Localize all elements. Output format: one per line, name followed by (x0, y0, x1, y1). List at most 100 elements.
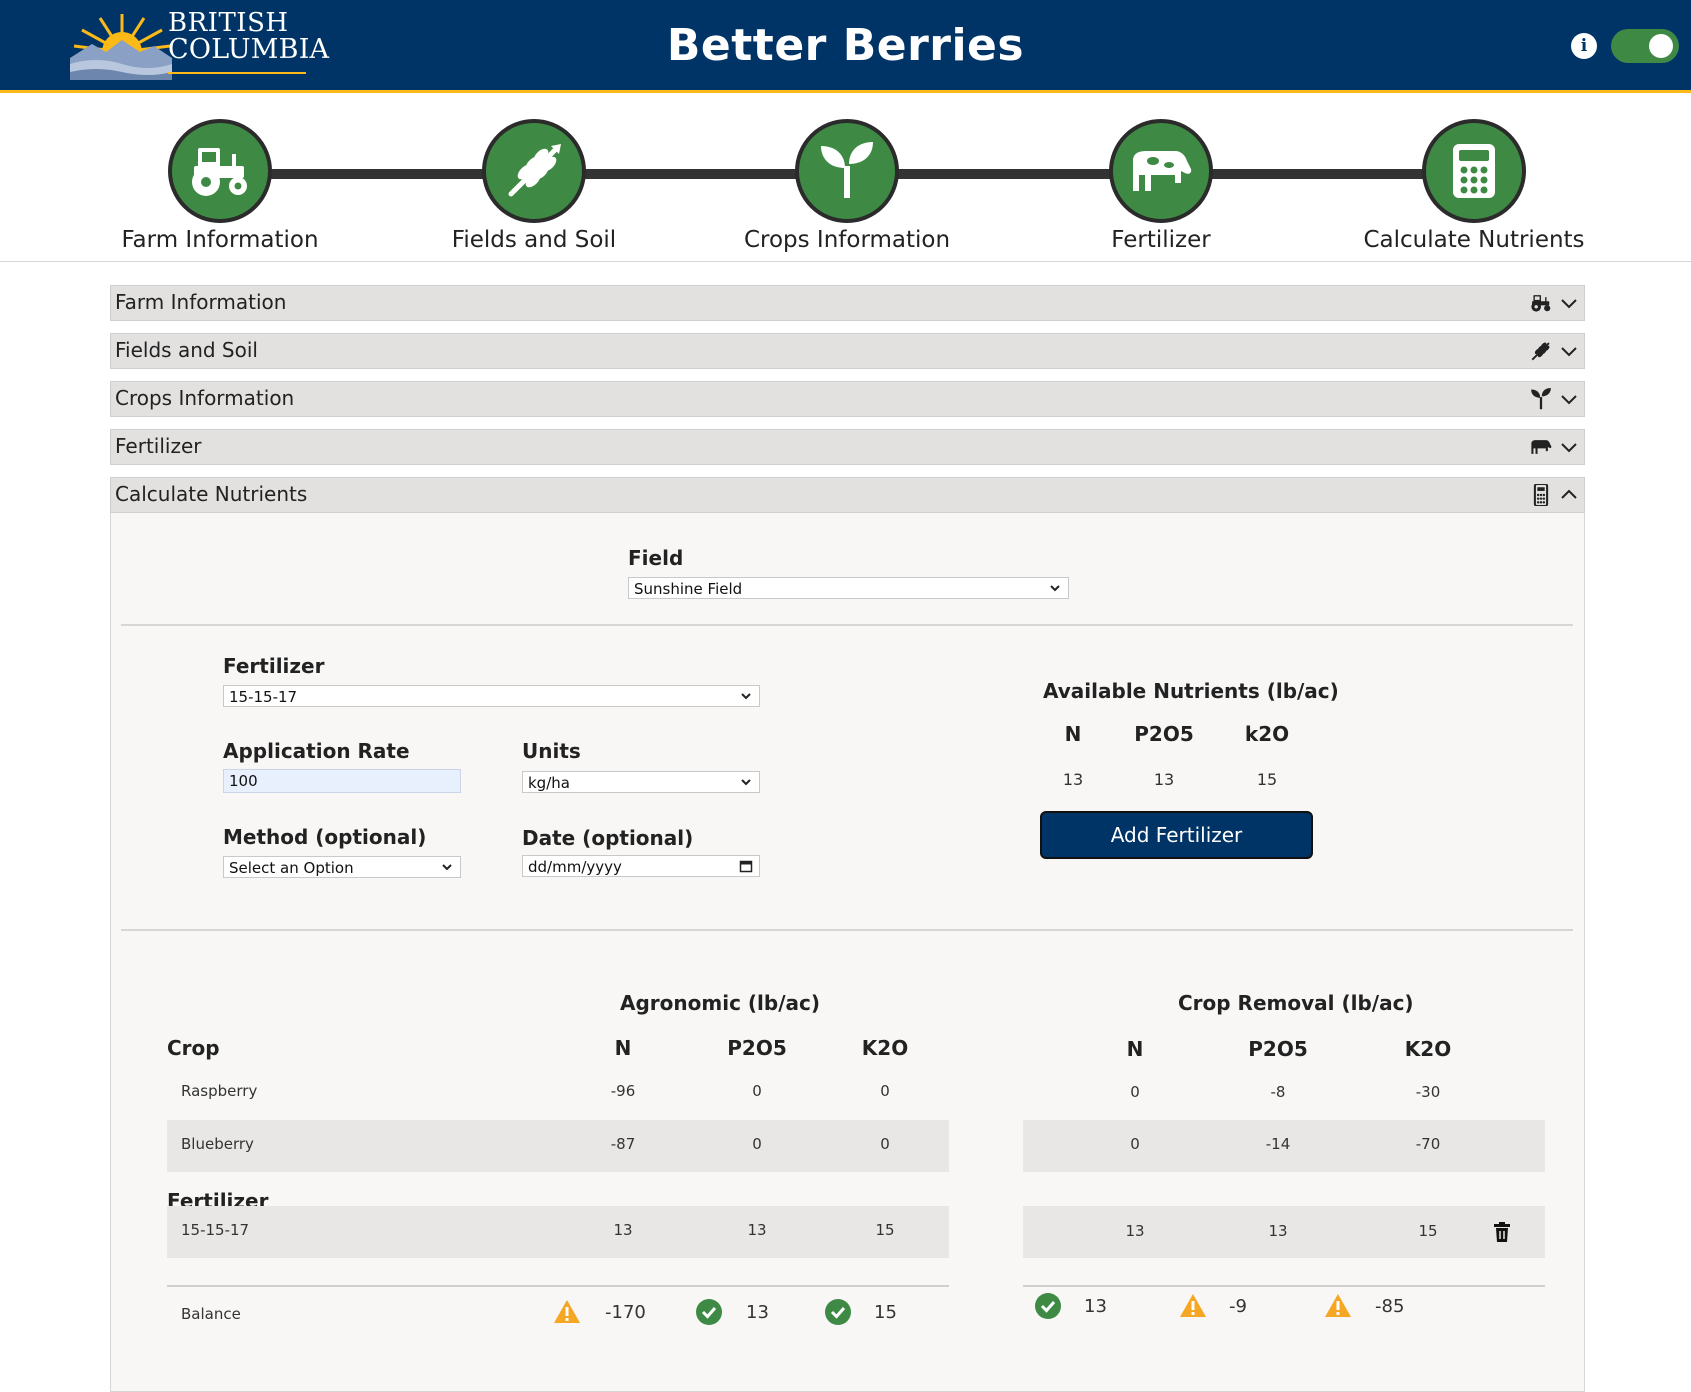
available-n-value: 13 (1062, 770, 1084, 789)
table-cell: -96 (610, 1082, 636, 1100)
accordion-fields-and-soil[interactable]: Fields and Soil (110, 333, 1585, 369)
available-p2o5-header: P2O5 (1134, 722, 1194, 746)
balance-removal-k2o-value: -85 (1375, 1296, 1405, 1317)
accordion-title: Fields and Soil (115, 338, 258, 362)
step-circle (1422, 119, 1526, 223)
table-cell: 0 (1130, 1135, 1140, 1153)
trash-icon[interactable] (1493, 1222, 1511, 1242)
units-label: Units (522, 739, 581, 763)
crop-header: Crop (167, 1036, 220, 1060)
balance-removal-p2o5-value: -9 (1229, 1296, 1247, 1317)
theme-toggle[interactable] (1611, 29, 1679, 63)
removal-p2o5-header: P2O5 (1248, 1037, 1308, 1061)
table-cell: 0 (880, 1082, 890, 1100)
available-k2o-value: 15 (1256, 770, 1278, 789)
step-fertilizer[interactable]: Fertilizer (1011, 119, 1311, 253)
fertilizer-select[interactable]: 15-15-17 (223, 685, 760, 707)
info-icon[interactable]: i (1571, 33, 1597, 59)
table-cell: 13 (613, 1221, 633, 1239)
date-label: Date (optional) (522, 826, 694, 850)
removal-n-header: N (1126, 1037, 1144, 1061)
table-row (167, 1120, 949, 1172)
step-circle (795, 119, 899, 223)
method-select-value: Select an Option (229, 859, 354, 877)
accordion-fertilizer[interactable]: Fertilizer (110, 429, 1585, 465)
chevron-down-icon (741, 779, 751, 786)
table-cell: 13 (747, 1221, 767, 1239)
agro-p2o5-header: P2O5 (727, 1036, 787, 1060)
table-cell: 15 (1418, 1222, 1438, 1240)
chevron-down-icon[interactable] (1560, 438, 1578, 456)
accordion-crops-information[interactable]: Crops Information (110, 381, 1585, 417)
field-select[interactable]: Sunshine Field (628, 577, 1069, 599)
wheat-icon (508, 144, 561, 197)
table-cell: -30 (1415, 1083, 1441, 1101)
step-label: Calculate Nutrients (1363, 227, 1585, 253)
step-label: Fields and Soil (451, 227, 617, 253)
warning-icon (1180, 1294, 1206, 1317)
section-divider (121, 929, 1573, 931)
step-farm-information[interactable]: Farm Information (70, 119, 370, 253)
accordion-calculate-nutrients[interactable]: Calculate Nutrients (110, 477, 1585, 513)
chevron-down-icon (1050, 585, 1060, 592)
calculator-icon (1453, 144, 1495, 198)
step-fields-and-soil[interactable]: Fields and Soil (384, 119, 684, 253)
chevron-down-icon[interactable] (1560, 294, 1578, 312)
warning-icon (1325, 1294, 1351, 1317)
calendar-icon[interactable] (739, 859, 753, 873)
table-cell: 13 (1125, 1222, 1145, 1240)
tractor-icon (1531, 295, 1551, 312)
section-divider (121, 624, 1573, 626)
method-label: Method (optional) (223, 825, 427, 849)
date-input-value: dd/mm/yyyy (528, 858, 622, 876)
accordion-title: Farm Information (115, 290, 287, 314)
balance-agro-k2o-value: 15 (874, 1302, 897, 1323)
crop-removal-title: Crop Removal (lb/ac) (1178, 991, 1414, 1015)
method-select[interactable]: Select an Option (223, 856, 461, 878)
progress-stepper: Farm Information Fields and Soil Crops I… (0, 96, 1691, 262)
chevron-down-icon[interactable] (1560, 342, 1578, 360)
application-rate-label: Application Rate (223, 739, 410, 763)
app-title: Better Berries (666, 20, 1025, 71)
step-label: Farm Information (121, 227, 319, 253)
table-cell: -14 (1265, 1135, 1291, 1153)
removal-k2o-header: K2O (1404, 1037, 1452, 1061)
table-cell: 0 (752, 1135, 762, 1153)
step-circle (1109, 119, 1213, 223)
accordion-title: Crops Information (115, 386, 295, 410)
step-label: Fertilizer (1111, 227, 1211, 253)
step-circle (168, 119, 272, 223)
check-circle-icon (825, 1299, 851, 1325)
application-rate-input[interactable]: 100 (223, 769, 461, 793)
add-fertilizer-button[interactable]: Add Fertilizer (1040, 811, 1313, 859)
accordion-farm-information[interactable]: Farm Information (110, 285, 1585, 321)
table-cell: 0 (880, 1135, 890, 1153)
date-input[interactable]: dd/mm/yyyy (522, 855, 760, 877)
units-select-value: kg/ha (528, 774, 570, 792)
balance-divider (1023, 1285, 1545, 1287)
step-crops-information[interactable]: Crops Information (697, 119, 997, 253)
application-rate-value: 100 (229, 772, 258, 790)
balance-agro-p2o5-value: 13 (746, 1302, 769, 1323)
check-circle-icon (1035, 1293, 1061, 1319)
crop-name: Blueberry (181, 1135, 254, 1153)
balance-agro-n-value: -170 (605, 1302, 646, 1323)
agro-k2o-header: K2O (861, 1036, 909, 1060)
logo-underline (168, 72, 306, 74)
table-cell: 0 (752, 1082, 762, 1100)
step-calculate-nutrients[interactable]: Calculate Nutrients (1324, 119, 1624, 253)
field-label: Field (628, 546, 684, 570)
check-circle-icon (696, 1299, 722, 1325)
chevron-up-icon[interactable] (1560, 486, 1578, 504)
warning-icon (554, 1300, 580, 1323)
units-select[interactable]: kg/ha (522, 771, 760, 793)
balance-divider (167, 1285, 949, 1287)
agronomic-title: Agronomic (lb/ac) (620, 991, 820, 1015)
available-nutrients-title: Available Nutrients (lb/ac) (1043, 679, 1339, 703)
fertilizer-name: 15-15-17 (181, 1221, 250, 1239)
cow-icon (1531, 440, 1552, 454)
chevron-down-icon (741, 693, 751, 700)
chevron-down-icon[interactable] (1560, 390, 1578, 408)
available-n-header: N (1064, 722, 1082, 746)
table-cell: 13 (1268, 1222, 1288, 1240)
